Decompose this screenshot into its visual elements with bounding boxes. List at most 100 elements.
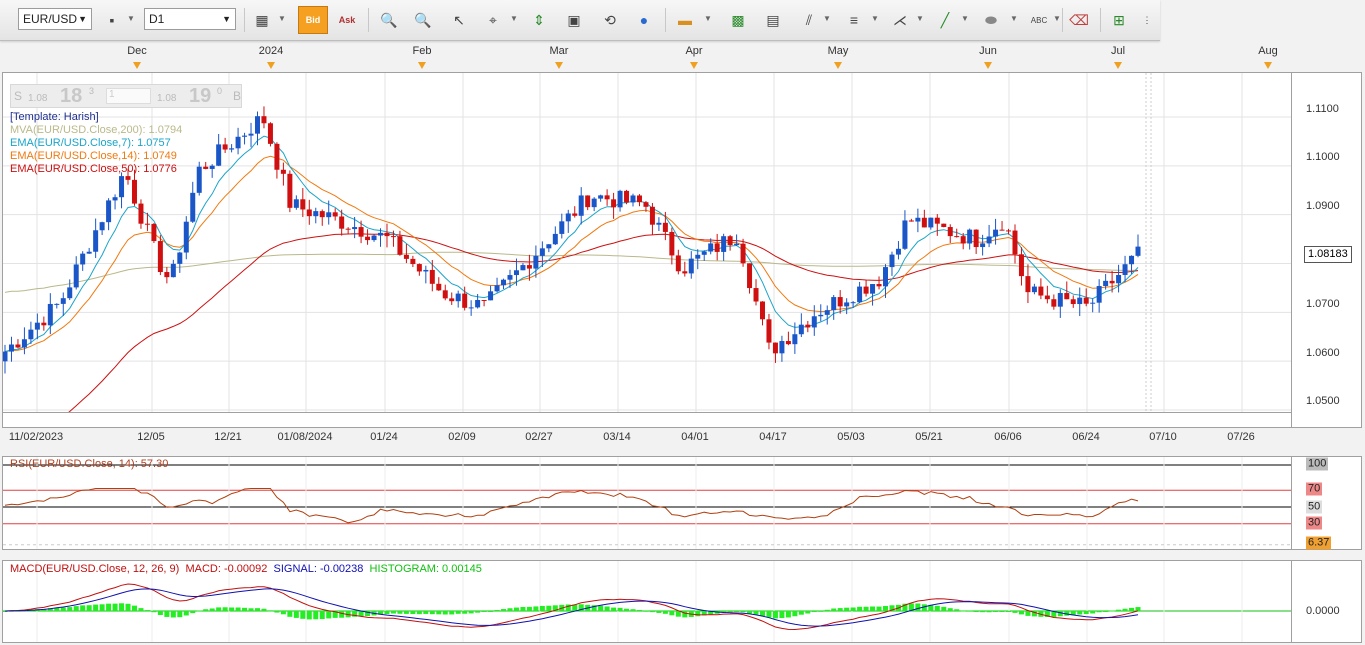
- macd-legend: MACD(EUR/USD.Close, 12, 26, 9) MACD: -0.…: [10, 563, 482, 575]
- macd-histogram-bar: [287, 611, 293, 617]
- candle-down: [164, 272, 170, 278]
- macd-histogram-bar: [1103, 611, 1109, 612]
- globe-icon[interactable]: ●: [633, 9, 655, 31]
- macd-histogram-bar: [818, 610, 824, 612]
- chevron-down-icon[interactable]: ▼: [704, 14, 712, 23]
- candle-up: [1135, 246, 1141, 256]
- candle-down: [436, 283, 442, 291]
- lines-icon[interactable]: ≡: [843, 9, 865, 31]
- chevron-down-icon[interactable]: ▼: [916, 14, 924, 23]
- macd-histogram-bar: [662, 611, 668, 614]
- macd-axis[interactable]: [1292, 560, 1362, 643]
- candle-down: [125, 176, 131, 180]
- macd-histogram-bar: [1109, 610, 1115, 612]
- timeframe-select[interactable]: D1 ▼: [144, 8, 236, 30]
- candle-down: [863, 286, 869, 294]
- eraser-icon[interactable]: ⌫: [1068, 9, 1090, 31]
- quote-widget[interactable]: S 1.08 18 3 1 1.08 19 0 B: [10, 84, 242, 108]
- candle-up: [196, 166, 202, 193]
- image-icon[interactable]: ▩: [727, 9, 749, 31]
- macd-histogram-bar: [759, 611, 765, 617]
- candle-up: [708, 243, 714, 252]
- scale-icon[interactable]: ⇕: [528, 9, 550, 31]
- layout-icon[interactable]: ⊞: [1108, 9, 1130, 31]
- candle-down: [973, 229, 979, 248]
- fan-icon[interactable]: ⋌: [889, 9, 911, 31]
- symbol-select[interactable]: EUR/USD ▼: [18, 8, 92, 30]
- macd-histogram-bar: [772, 611, 778, 619]
- macd-histogram-bar: [1116, 609, 1122, 611]
- candle-up: [552, 233, 558, 245]
- candle-down: [144, 223, 150, 225]
- price-tick-label: 1.1000: [1306, 151, 1340, 164]
- macd-histogram-bar: [170, 611, 176, 618]
- properties-icon[interactable]: ▣: [563, 9, 585, 31]
- chart-style-icon[interactable]: ▦: [251, 9, 273, 31]
- fibonacci-icon[interactable]: ⫽: [798, 9, 820, 31]
- shape-icon[interactable]: ⬬: [980, 9, 1002, 31]
- amount-input[interactable]: 1: [106, 88, 151, 104]
- macd-histogram-bar: [798, 611, 804, 615]
- rsi-panel[interactable]: [2, 456, 1292, 550]
- chevron-down-icon[interactable]: ▼: [1053, 14, 1061, 23]
- chevron-down-icon[interactable]: ▼: [823, 14, 831, 23]
- chevron-down-icon[interactable]: ▼: [278, 14, 286, 23]
- candle-down: [714, 243, 720, 252]
- ruler-icon[interactable]: ▬: [674, 9, 696, 31]
- candle-down: [611, 199, 617, 208]
- macd-histogram-bar: [870, 606, 876, 611]
- macd-histogram-bar: [805, 611, 811, 614]
- macd-histogram-bar: [112, 603, 118, 611]
- candle-down: [1006, 230, 1012, 232]
- sell-price-big[interactable]: 18: [60, 85, 82, 108]
- macd-histogram-bar: [222, 607, 228, 611]
- date-tick-label: 06/06: [994, 431, 1022, 443]
- crosshair-icon[interactable]: ⌖: [482, 9, 504, 31]
- month-marker-icon: [418, 62, 426, 69]
- history-icon[interactable]: ⟲: [599, 9, 621, 31]
- price-chart-panel[interactable]: [2, 72, 1292, 413]
- zoom-out-icon[interactable]: 🔍: [412, 9, 434, 31]
- ask-button[interactable]: Ask: [336, 9, 358, 31]
- macd-histogram-bar: [811, 611, 817, 613]
- text-icon[interactable]: ABC: [1028, 9, 1050, 31]
- macd-histogram-bar: [73, 606, 79, 611]
- candle-down: [876, 284, 882, 287]
- chevron-down-icon[interactable]: ▼: [871, 14, 879, 23]
- bid-button[interactable]: Bid: [298, 6, 328, 34]
- candle-up: [28, 329, 34, 340]
- chevron-down-icon: ▼: [222, 14, 231, 24]
- chevron-down-icon[interactable]: ▼: [1010, 14, 1018, 23]
- macd-histogram-bar: [261, 608, 267, 611]
- candle-down: [1064, 293, 1070, 300]
- candle-down: [131, 179, 137, 204]
- macd-histogram-bar: [267, 610, 273, 612]
- macd-histogram-bar: [416, 611, 422, 615]
- month-label: Jul: [1110, 45, 1126, 57]
- template-icon[interactable]: ▤: [762, 9, 784, 31]
- cursor-icon[interactable]: ↖: [448, 9, 470, 31]
- chevron-down-icon[interactable]: ▼: [961, 14, 969, 23]
- chevron-down-icon[interactable]: ▼: [510, 14, 518, 23]
- candle-down: [157, 241, 163, 273]
- rsi-level-100: 100: [1306, 457, 1329, 471]
- zoom-in-icon[interactable]: 🔍: [378, 9, 400, 31]
- macd-histogram-bar: [67, 607, 73, 611]
- candle-up: [792, 334, 798, 345]
- chevron-down-icon[interactable]: ▼: [127, 14, 135, 23]
- macd-histogram-bar: [280, 611, 286, 615]
- candle-up: [80, 253, 86, 265]
- buy-price-big[interactable]: 19: [189, 85, 211, 108]
- more-icon[interactable]: ⋮: [1136, 9, 1158, 31]
- trendline-icon[interactable]: ╱: [934, 9, 956, 31]
- month-label: Dec: [127, 45, 147, 57]
- rsi-chart: [3, 457, 1291, 549]
- chart-type-icon[interactable]: ▪: [101, 9, 123, 31]
- candle-down: [785, 341, 791, 345]
- month-marker-icon: [984, 62, 992, 69]
- macd-histogram-bar: [209, 608, 215, 611]
- macd-histogram-bar: [883, 605, 889, 611]
- macd-histogram-bar: [397, 611, 403, 614]
- macd-histogram-bar: [1096, 611, 1102, 613]
- macd-histogram-bar: [229, 607, 235, 611]
